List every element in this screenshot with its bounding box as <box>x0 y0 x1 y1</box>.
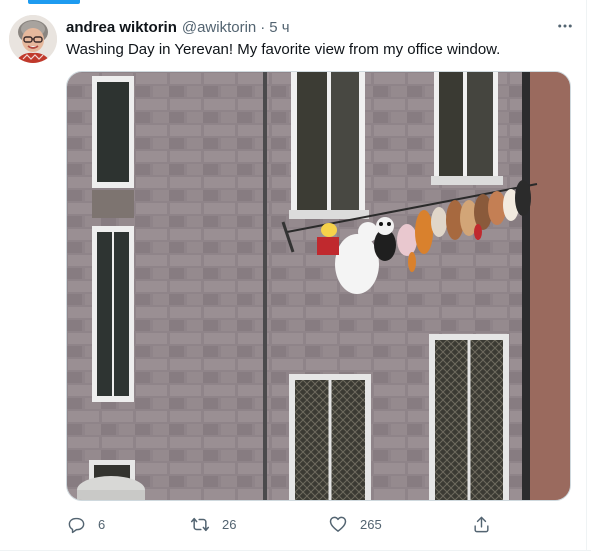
more-options-button[interactable] <box>551 14 579 38</box>
heart-icon <box>328 514 348 534</box>
author-display-name[interactable]: andrea wiktorin <box>66 19 177 36</box>
tweet-photo[interactable] <box>66 71 571 501</box>
more-horizontal-icon <box>558 24 572 28</box>
reply-button[interactable]: 6 <box>66 512 105 536</box>
header-separator: · <box>260 18 266 36</box>
tweet-timestamp[interactable]: 5 ч <box>269 19 289 36</box>
author-avatar[interactable] <box>9 15 57 63</box>
top-tab-indicator-bar <box>0 0 591 4</box>
author-handle[interactable]: @awiktorin <box>182 19 256 36</box>
avatar-image <box>9 15 57 63</box>
retweet-icon <box>190 514 210 534</box>
retweet-count: 26 <box>222 516 237 532</box>
column-divider <box>586 0 587 551</box>
retweet-button[interactable]: 26 <box>190 512 236 536</box>
share-icon <box>471 514 491 534</box>
tweet-actions: 6 26 265 <box>56 512 501 536</box>
like-count: 265 <box>360 516 382 532</box>
active-tab-indicator <box>28 0 80 4</box>
like-button[interactable]: 265 <box>328 512 382 536</box>
building-photo <box>67 72 570 500</box>
share-button[interactable] <box>471 512 491 536</box>
tweet-text: Washing Day in Yerevan! My favorite view… <box>66 41 501 58</box>
reply-count: 6 <box>98 516 106 532</box>
reply-icon <box>66 514 86 534</box>
tweet-header: andrea wiktorin @awiktorin · 5 ч <box>66 17 290 37</box>
